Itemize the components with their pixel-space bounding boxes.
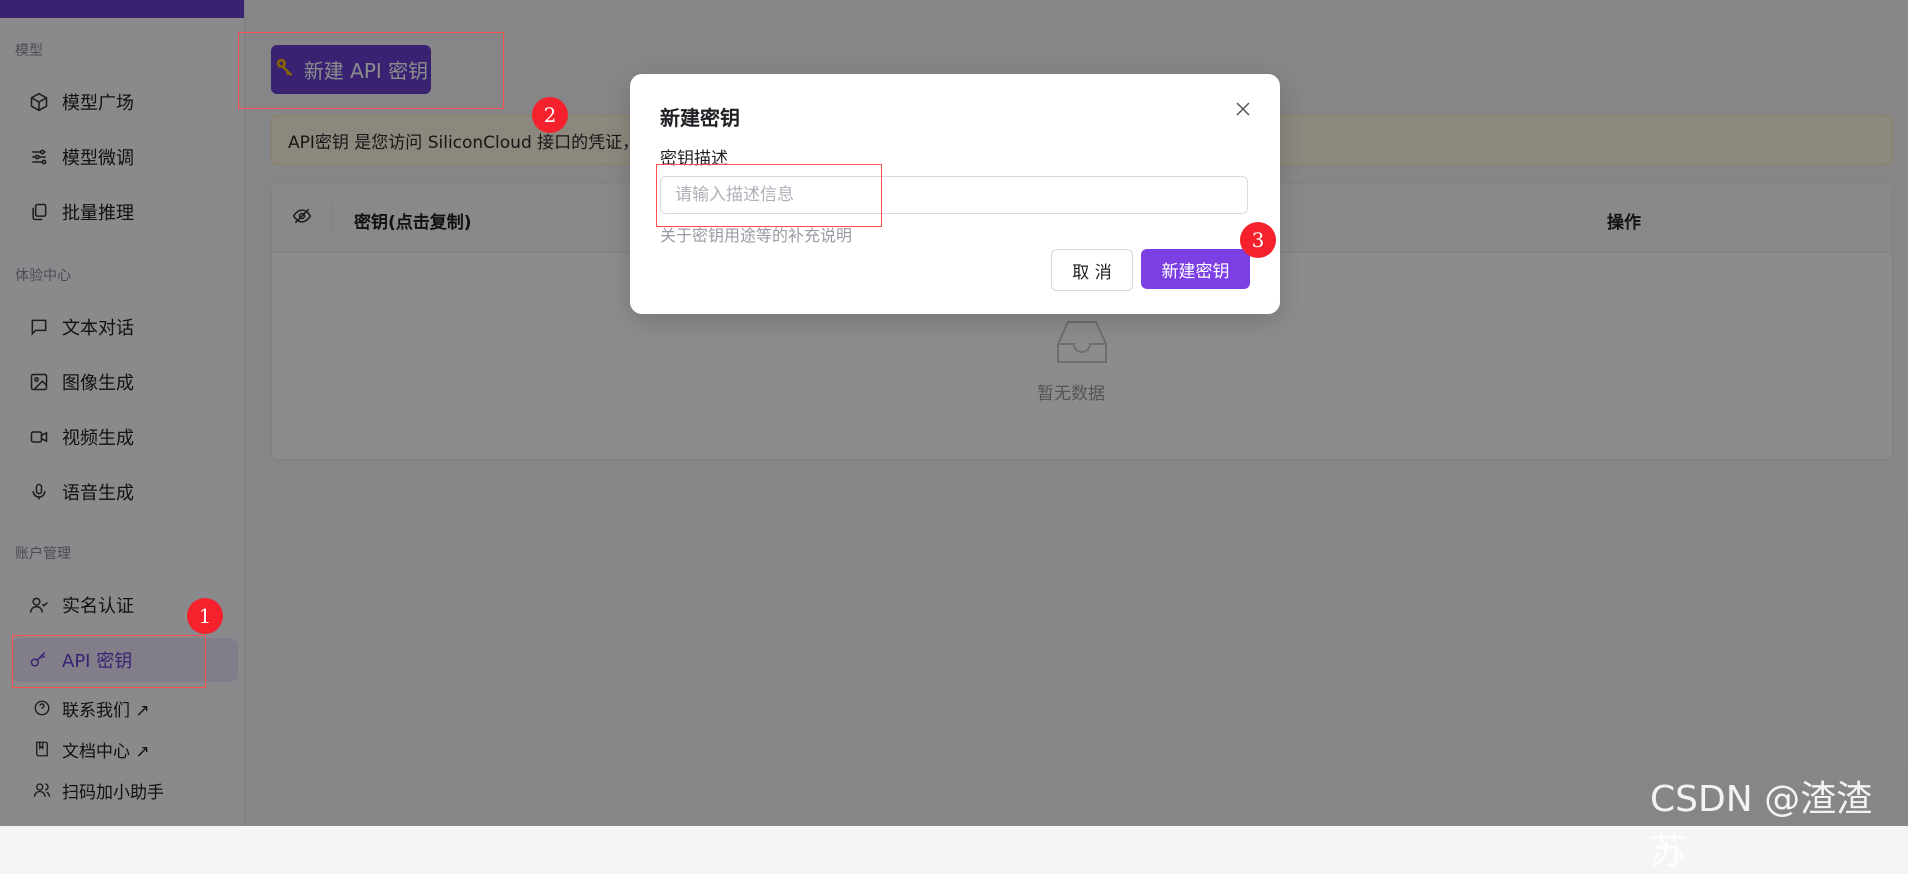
annotation-box-1	[12, 635, 206, 688]
annotation-badge-2: 2	[532, 97, 568, 133]
annotation-box-2	[238, 32, 504, 109]
modal-title: 新建密钥	[660, 106, 740, 130]
create-key-button[interactable]: 新建密钥	[1141, 249, 1250, 289]
annotation-badge-1: 1	[187, 598, 223, 634]
watermark: CSDN @渣渣苏	[1650, 779, 1873, 872]
annotation-badge-3: 3	[1240, 222, 1276, 258]
close-icon[interactable]	[1232, 98, 1254, 120]
cancel-button[interactable]: 取 消	[1051, 249, 1133, 291]
annotation-box-input	[656, 164, 882, 227]
page: 模型 模型广场 模型微调 批量推理 体验中心 文本对话 图像生成 视频生成 语音…	[0, 0, 1908, 872]
